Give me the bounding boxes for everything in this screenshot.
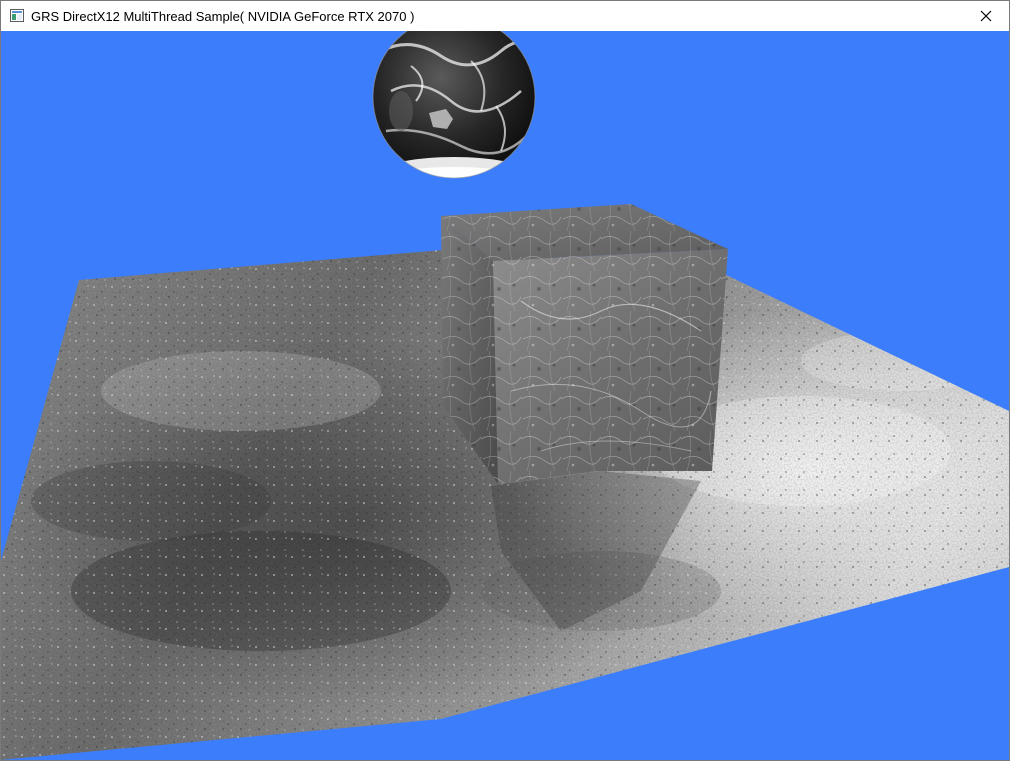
marble-cube [441, 204, 728, 484]
window-title: GRS DirectX12 MultiThread Sample( NVIDIA… [31, 9, 415, 24]
title-bar[interactable]: GRS DirectX12 MultiThread Sample( NVIDIA… [1, 1, 1009, 31]
close-icon [980, 10, 992, 22]
window-app-icon [10, 9, 24, 22]
app-window: GRS DirectX12 MultiThread Sample( NVIDIA… [0, 0, 1010, 761]
close-button[interactable] [963, 1, 1009, 31]
render-viewport[interactable] [1, 31, 1009, 760]
